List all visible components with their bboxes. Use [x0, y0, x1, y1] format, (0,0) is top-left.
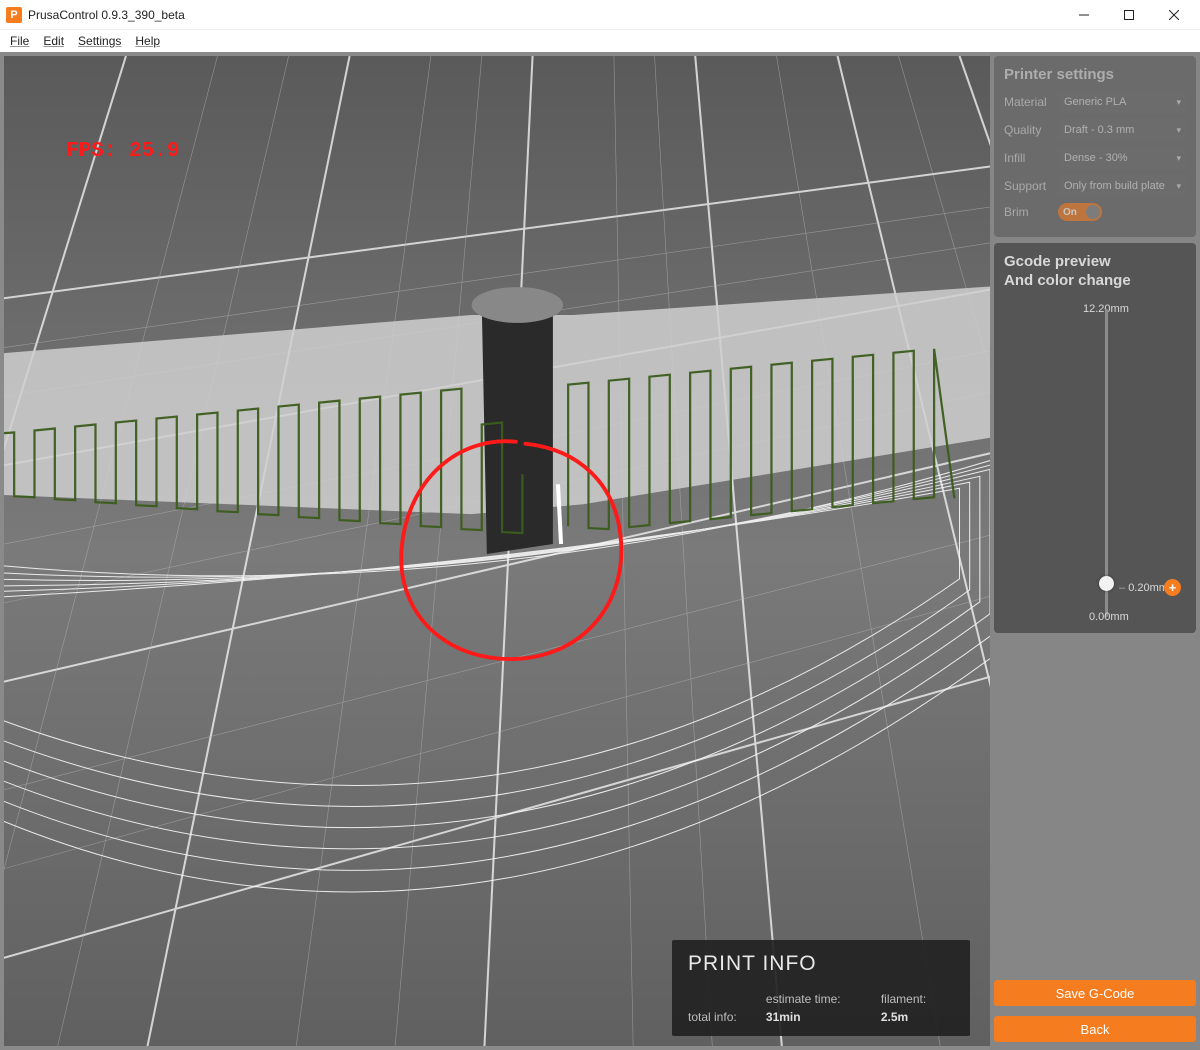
window-title: PrusaControl 0.9.3_390_beta — [28, 8, 185, 22]
annotation-circle — [386, 434, 636, 676]
menu-file[interactable]: File — [4, 32, 35, 50]
save-gcode-button[interactable]: Save G-Code — [994, 980, 1196, 1006]
layer-slider-current: 0.20mm — [1119, 582, 1168, 594]
plus-icon: + — [1169, 581, 1177, 594]
layer-slider-track[interactable] — [1105, 309, 1108, 617]
menu-edit[interactable]: Edit — [37, 32, 70, 50]
window-minimize-button[interactable] — [1061, 1, 1106, 29]
infill-label: Infill — [1004, 151, 1052, 165]
printer-settings-panel: Printer settings Material Generic PLA Qu… — [994, 56, 1196, 237]
layer-slider-thumb[interactable] — [1099, 576, 1114, 591]
gcode-preview-title: Gcode preview — [1004, 253, 1186, 270]
estimate-time-value: 31min — [766, 1008, 881, 1026]
material-select[interactable]: Generic PLA — [1058, 91, 1186, 113]
gcode-preview-subtitle: And color change — [1004, 272, 1186, 289]
layer-slider[interactable]: 12.20mm 0.20mm 0.00mm + — [1015, 303, 1175, 623]
print-info-panel: PRINT INFO estimate time: filament: tota… — [672, 940, 970, 1036]
right-sidebar: Printer settings Material Generic PLA Qu… — [990, 52, 1200, 1050]
menu-help[interactable]: Help — [129, 32, 166, 50]
window-titlebar: P PrusaControl 0.9.3_390_beta — [0, 0, 1200, 30]
app-icon: P — [6, 7, 22, 23]
filament-value: 2.5m — [881, 1008, 954, 1026]
minimize-icon — [1079, 10, 1089, 20]
toggle-knob-icon — [1086, 205, 1100, 219]
print-info-title: PRINT INFO — [688, 952, 954, 976]
fps-overlay: FPS: 25.9 — [66, 140, 179, 163]
filament-label: filament: — [881, 990, 954, 1008]
brim-label: Brim — [1004, 205, 1052, 219]
printer-settings-title: Printer settings — [1004, 66, 1186, 83]
close-icon — [1169, 10, 1179, 20]
material-label: Material — [1004, 95, 1052, 109]
menu-settings[interactable]: Settings — [72, 32, 127, 50]
quality-select[interactable]: Draft - 0.3 mm — [1058, 119, 1186, 141]
estimate-time-label: estimate time: — [766, 990, 881, 1008]
add-color-change-button[interactable]: + — [1164, 579, 1181, 596]
layer-slider-min: 0.00mm — [1089, 611, 1129, 623]
window-close-button[interactable] — [1151, 1, 1196, 29]
menu-bar: File Edit Settings Help — [0, 30, 1200, 52]
gcode-preview-panel: Gcode preview And color change 12.20mm 0… — [994, 243, 1196, 633]
total-info-label: total info: — [688, 1008, 766, 1026]
back-button[interactable]: Back — [994, 1016, 1196, 1042]
window-maximize-button[interactable] — [1106, 1, 1151, 29]
brim-toggle[interactable]: On — [1058, 203, 1102, 221]
infill-select[interactable]: Dense - 30% — [1058, 147, 1186, 169]
maximize-icon — [1124, 10, 1134, 20]
support-select[interactable]: Only from build plate — [1058, 175, 1186, 197]
quality-label: Quality — [1004, 123, 1052, 137]
support-label: Support — [1004, 179, 1052, 193]
viewport-3d[interactable]: FPS: 25.9 PRINT INFO estimate time: fila… — [4, 56, 990, 1046]
print-info-table: estimate time: filament: total info: 31m… — [688, 990, 954, 1026]
